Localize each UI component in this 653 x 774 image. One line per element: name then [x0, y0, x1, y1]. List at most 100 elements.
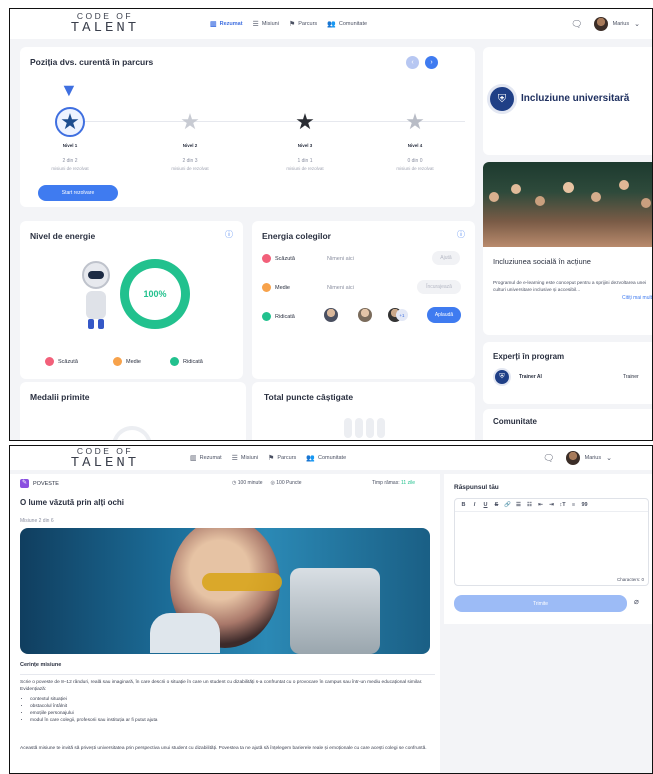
chevron-down-icon: ⌄ — [606, 454, 612, 462]
list-icon: ☰ — [231, 454, 238, 462]
start-button[interactable]: Start rezolvare — [38, 185, 118, 201]
flag-icon: ⚑ — [268, 454, 275, 462]
points-card: Total puncte câștigate — [252, 382, 475, 440]
social-card[interactable]: Incluziunea socială în acțiune Programul… — [483, 162, 652, 335]
bullet-list-icon[interactable]: ☰ — [513, 502, 524, 508]
list-icon: ☰ — [252, 20, 259, 28]
read-more-link[interactable]: Citiți mai mult — [622, 295, 652, 301]
applaud-button[interactable]: Aplaudă — [427, 307, 461, 323]
map-icon: ▥ — [190, 454, 197, 462]
level-1[interactable]: ★ Nivel 1 2 din 2 misiuni de rezolvat — [40, 107, 100, 171]
nav-misiuni[interactable]: ☰ Misiuni — [232, 455, 258, 462]
nav-misiuni[interactable]: ☰ Misiuni — [253, 21, 279, 28]
quote-icon[interactable]: 99 — [579, 502, 590, 508]
underline-button[interactable]: U — [480, 502, 491, 508]
italic-button[interactable]: I — [469, 502, 480, 508]
logo[interactable]: CODE OF TALENT — [55, 447, 155, 470]
shield-logo-icon: ⛨ — [487, 84, 517, 114]
colleague-avatar[interactable] — [358, 308, 372, 322]
answer-editor[interactable]: B I U S 🔗 ☰ ☷ ⇤ ⇥ ↕T ≡ 99 Characters: 0 — [454, 498, 649, 586]
chat-icon[interactable]: 🗨 — [543, 453, 554, 463]
answer-panel: Răspunsul tău B I U S 🔗 ☰ ☷ ⇤ ⇥ ↕T ≡ 99 … — [444, 474, 652, 624]
numbered-list-icon[interactable]: ☷ — [524, 502, 535, 508]
avatar — [593, 17, 608, 31]
legend-low: Scăzută — [45, 357, 78, 366]
next-button[interactable]: › — [425, 56, 438, 69]
clock-icon: ◷ — [232, 480, 237, 486]
points-icon: ◎ — [270, 480, 275, 486]
editor-toolbar: B I U S 🔗 ☰ ☷ ⇤ ⇥ ↕T ≡ 99 — [455, 499, 648, 512]
energy-gauge: 100% — [120, 259, 190, 329]
main-nav: ▥ Rezumat ☰ Misiuni ⚑ Parcurs 👥 Comunitate — [210, 9, 367, 39]
help-button[interactable]: Ajută — [432, 251, 460, 265]
map-icon: ▥ — [210, 20, 217, 28]
logo[interactable]: CODE OF TALENT — [55, 12, 155, 35]
dashboard-screen: CODE OF TALENT ▥ Rezumat ☰ Misiuni ⚑ Parcur… — [9, 8, 653, 441]
inclusion-card[interactable]: ⛨ Incluziune universitară — [483, 47, 652, 155]
nav-rezumat[interactable]: ▥ Rezumat — [190, 455, 222, 462]
chevron-left-icon: ‹ — [411, 59, 414, 66]
journey-title: Poziția dvs. curentă în parcurs — [30, 57, 154, 67]
colleague-row-low: Scăzută — [262, 254, 295, 263]
more-colleagues-badge[interactable]: +1 — [396, 309, 408, 321]
medal-placeholder-icon — [112, 426, 152, 440]
experts-card: Experți în program ⛨ Trainer AI Trainer — [483, 342, 652, 404]
requirements-list: contextul situației obstacolul întâlnit … — [20, 696, 430, 724]
outdent-icon[interactable]: ⇤ — [535, 502, 546, 508]
flag-icon: ⚑ — [288, 20, 296, 28]
main-nav: ▥ Rezumat ☰ Misiuni ⚑ Parcurs 👥 Comunitate — [190, 446, 346, 470]
people-icon: 👥 — [306, 454, 315, 462]
microscope — [290, 568, 380, 654]
attach-icon[interactable]: ⌀ — [634, 597, 639, 606]
level-3[interactable]: ★ Nivel 3 1 din 1 misiuni de rezolvat — [275, 107, 335, 171]
link-icon[interactable]: 🔗 — [502, 502, 513, 508]
goggles — [202, 573, 282, 591]
colleague-row-mid: Medie — [262, 283, 290, 292]
bold-button[interactable]: B — [458, 502, 469, 508]
community-card[interactable]: Comunitate — [483, 409, 652, 440]
star-silver-icon: ★ — [180, 109, 200, 134]
top-navbar: CODE OF TALENT ▥ Rezumat ☰ Misiuni ⚑ Parcur… — [10, 9, 652, 39]
colleague-avatar[interactable] — [324, 308, 338, 322]
avatar — [565, 451, 580, 465]
level-2[interactable]: ★ Nivel 2 2 din 3 misiuni de rezolvat — [160, 107, 220, 171]
top-navbar: CODE OF TALENT ▥ Rezumat ☰ Misiuni ⚑ Parcur… — [10, 446, 652, 470]
points-placeholder-icon — [344, 418, 385, 438]
align-icon[interactable]: ≡ — [568, 502, 579, 508]
mission-progress: Misiune 2 din 6 — [20, 518, 54, 524]
colleagues-card: Energia colegilor ⓘ Scăzută Nimeni aici … — [252, 221, 475, 379]
nav-comunitate[interactable]: 👥 Comunitate — [327, 21, 367, 28]
trainer-avatar[interactable]: ⛨ — [493, 368, 511, 386]
text-size-icon[interactable]: ↕T — [557, 502, 568, 508]
encourage-button[interactable]: Încurajează — [417, 280, 461, 294]
journey-card: Poziția dvs. curentă în parcurs ‹ › ▼ ★ … — [20, 47, 475, 207]
graduates-photo — [483, 162, 652, 247]
nav-comunitate[interactable]: 👥 Comunitate — [306, 455, 346, 462]
user-menu[interactable]: 🗨 Marius ⌄ — [571, 9, 640, 39]
robot-body-icon — [86, 291, 106, 319]
prev-button[interactable]: ‹ — [406, 56, 419, 69]
legend-mid: Medie — [113, 357, 141, 366]
user-menu[interactable]: 🗨 Marius ⌄ — [543, 446, 612, 470]
people-icon: 👥 — [327, 20, 336, 28]
chevron-right-icon: › — [430, 59, 433, 66]
chat-icon[interactable]: 🗨 — [571, 19, 582, 29]
star-dark-icon: ★ — [295, 109, 315, 134]
strike-button[interactable]: S — [491, 502, 502, 508]
mission-meta: ◷ 100 minute ◎ 100 Puncte — [232, 480, 302, 486]
nav-rezumat[interactable]: ▥ Rezumat — [210, 21, 243, 28]
nav-parcurs[interactable]: ⚑ Parcurs — [289, 21, 317, 28]
colleague-row-high: Ridicată — [262, 312, 295, 321]
character-count: Characters: 0 — [616, 577, 644, 582]
nav-parcurs[interactable]: ⚑ Parcurs — [268, 455, 296, 462]
energy-card: Nivel de energie ⓘ 100% Scăzută Medie Ri… — [20, 221, 243, 379]
submit-button[interactable]: Trimite — [454, 595, 627, 612]
mission-title: O lume văzută prin alți ochi — [20, 498, 125, 507]
mission-badge: ✎ POVESTE — [20, 479, 59, 488]
robot-head-icon — [82, 261, 110, 289]
indent-icon[interactable]: ⇥ — [546, 502, 557, 508]
info-icon[interactable]: ⓘ — [225, 229, 233, 240]
info-icon[interactable]: ⓘ — [457, 229, 465, 240]
current-position-marker-icon: ▼ — [60, 80, 78, 100]
level-4[interactable]: ★ Nivel 4 0 din 0 misiuni de rezolvat — [385, 107, 445, 171]
